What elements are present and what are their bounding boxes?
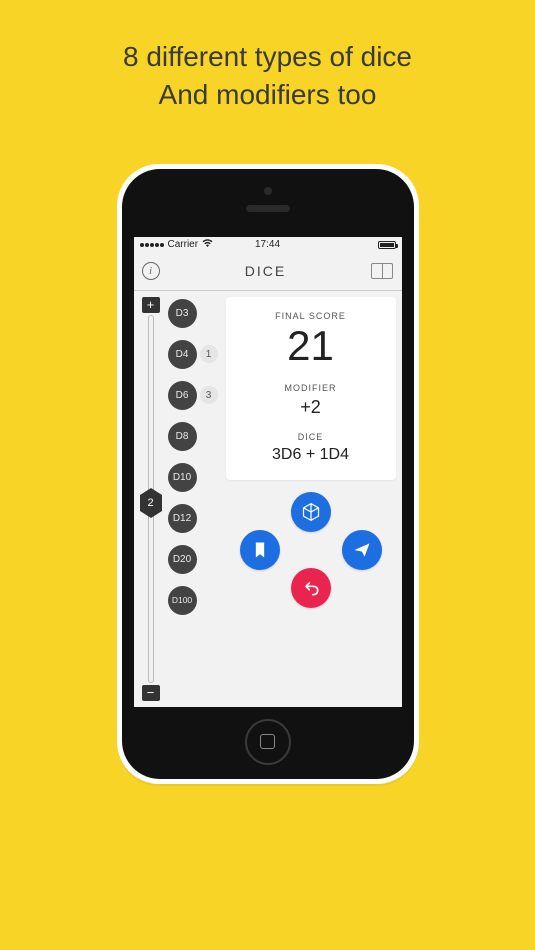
slider-value: 2 (147, 497, 153, 509)
roll-button[interactable] (291, 492, 331, 532)
slider-handle[interactable]: 2 (140, 488, 162, 518)
score-card: FINAL SCORE 21 MODIFIER +2 DICE 3D6 + 1D… (226, 297, 396, 480)
modifier-slider: + 2 − (140, 297, 162, 701)
dice-chip: D20 (168, 545, 197, 574)
carrier-label: Carrier (168, 239, 199, 250)
slider-minus-button[interactable]: − (142, 685, 160, 701)
signal-icon (140, 243, 164, 247)
dice-chip: D12 (168, 504, 197, 533)
promo-heading: 8 different types of dice And modifiers … (123, 38, 412, 114)
final-score-label: FINAL SCORE (234, 311, 388, 321)
send-icon (352, 540, 372, 560)
dice-item-d10[interactable]: D10 (168, 463, 220, 492)
dice-item-d6[interactable]: D6 3 (168, 381, 220, 410)
info-icon[interactable]: i (142, 262, 160, 280)
app-screen: Carrier 17:44 i DICE + (134, 237, 402, 707)
slider-track[interactable]: 2 (148, 315, 154, 683)
book-icon[interactable] (371, 263, 393, 279)
send-button[interactable] (342, 530, 382, 570)
status-bar: Carrier 17:44 (134, 237, 402, 253)
dice-chip: D6 (168, 381, 197, 410)
modifier-value: +2 (234, 397, 388, 418)
dice-chip: D3 (168, 299, 197, 328)
undo-icon (301, 578, 321, 598)
dice-chip: D4 (168, 340, 197, 369)
bookmark-icon (250, 540, 270, 560)
front-camera (264, 187, 272, 195)
slider-plus-button[interactable]: + (142, 297, 160, 313)
speaker (246, 205, 290, 212)
dice-expression: 3D6 + 1D4 (234, 446, 388, 464)
promo-line-2: And modifiers too (123, 76, 412, 114)
status-time: 17:44 (255, 239, 280, 250)
home-button[interactable] (245, 719, 291, 765)
dice-item-d8[interactable]: D8 (168, 422, 220, 451)
phone-frame: Carrier 17:44 i DICE + (117, 164, 419, 784)
dice-count-badge: 1 (200, 345, 218, 363)
promo-line-1: 8 different types of dice (123, 38, 412, 76)
dice-list: D3 D4 1 D6 3 D8 D10 (168, 297, 220, 701)
battery-icon (378, 241, 396, 249)
action-buttons (226, 488, 396, 701)
dice-item-d3[interactable]: D3 (168, 299, 220, 328)
nav-title: DICE (245, 263, 286, 279)
dice-item-d4[interactable]: D4 1 (168, 340, 220, 369)
dice-chip: D8 (168, 422, 197, 451)
dice-item-d20[interactable]: D20 (168, 545, 220, 574)
dice-chip: D10 (168, 463, 197, 492)
wifi-icon (202, 239, 213, 251)
bookmark-button[interactable] (240, 530, 280, 570)
modifier-label: MODIFIER (234, 383, 388, 393)
undo-button[interactable] (291, 568, 331, 608)
cube-icon (301, 502, 321, 522)
dice-item-d12[interactable]: D12 (168, 504, 220, 533)
dice-label: DICE (234, 432, 388, 442)
nav-bar: i DICE (134, 253, 402, 291)
dice-count-badge: 3 (200, 386, 218, 404)
dice-item-d100[interactable]: D100 (168, 586, 220, 615)
final-score-value: 21 (234, 325, 388, 367)
dice-chip: D100 (168, 586, 197, 615)
